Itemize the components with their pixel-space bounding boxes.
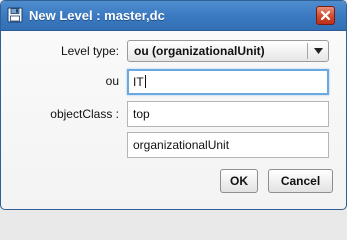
- title-bar[interactable]: New Level : master,dc: [1, 1, 346, 31]
- level-type-select[interactable]: ou (organizationalUnit): [127, 40, 329, 62]
- level-type-label: Level type:: [60, 44, 119, 58]
- objectclass-input-1[interactable]: top: [127, 101, 329, 127]
- chevron-down-icon: [314, 48, 323, 54]
- objectclass-label: objectClass :: [50, 107, 119, 121]
- ou-input-value: IT: [133, 75, 144, 89]
- level-type-value: ou (organizationalUnit): [134, 44, 265, 58]
- text-caret: [144, 75, 146, 88]
- ok-button[interactable]: OK: [220, 169, 258, 193]
- floppy-disk-icon: [7, 7, 23, 23]
- new-level-dialog: New Level : master,dc Level type: ou (or…: [0, 0, 347, 210]
- select-divider: [307, 43, 308, 59]
- cancel-button[interactable]: Cancel: [268, 169, 333, 193]
- close-x-icon: [320, 10, 331, 21]
- ou-label: ou: [105, 74, 119, 88]
- ou-input[interactable]: IT: [127, 69, 329, 95]
- close-button[interactable]: [316, 6, 335, 25]
- dialog-title: New Level : master,dc: [29, 8, 165, 23]
- objectclass-input-2[interactable]: organizationalUnit: [127, 132, 329, 158]
